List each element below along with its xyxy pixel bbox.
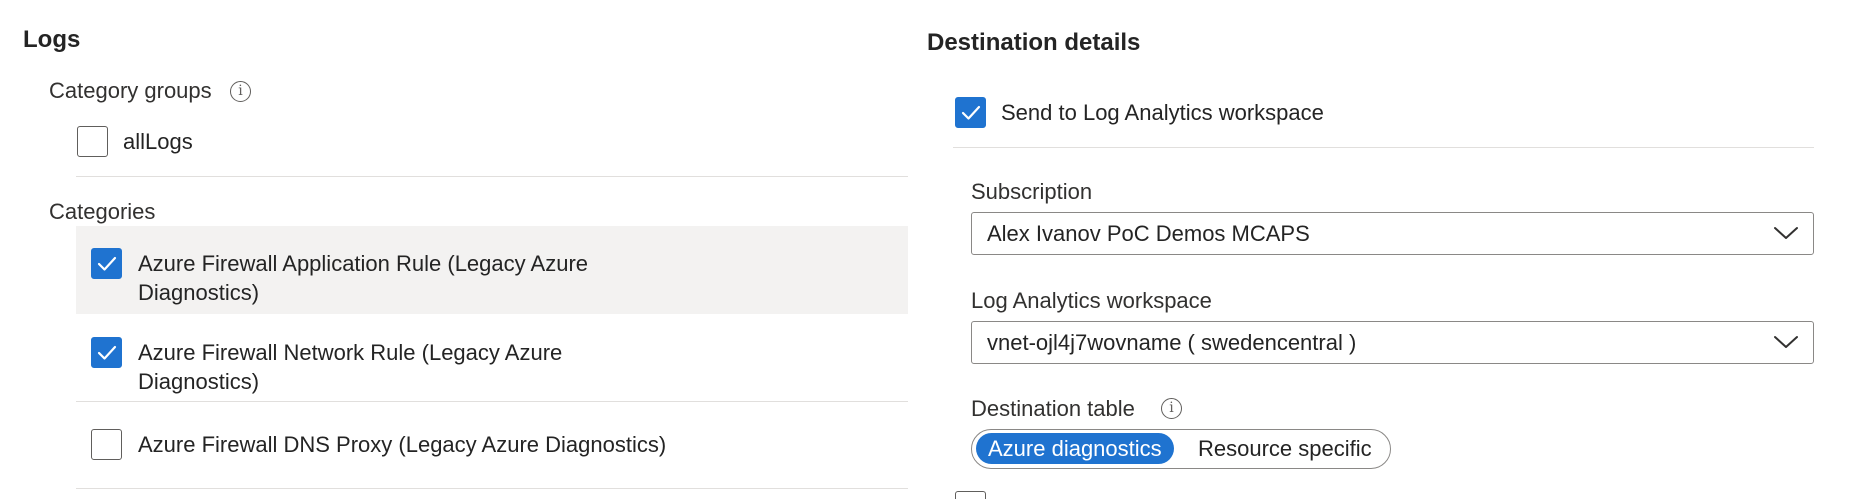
next-option-checkbox[interactable] (955, 491, 986, 499)
subscription-dropdown[interactable]: Alex Ivanov PoC Demos MCAPS (971, 212, 1814, 255)
logs-heading: Logs (23, 26, 81, 53)
subscription-value: Alex Ivanov PoC Demos MCAPS (987, 221, 1310, 246)
send-to-law-checkbox[interactable] (955, 97, 986, 128)
network-rule-checkbox[interactable] (91, 337, 122, 368)
divider (76, 401, 908, 402)
info-icon[interactable]: i (230, 81, 251, 102)
info-icon[interactable]: i (1161, 398, 1182, 419)
categories-label: Categories (49, 199, 156, 224)
alllogs-label: allLogs (123, 129, 193, 154)
divider (76, 488, 908, 489)
destination-table-label: Destination table (971, 396, 1135, 421)
send-to-law-label: Send to Log Analytics workspace (1001, 100, 1324, 125)
application-rule-label: Azure Firewall Application Rule (Legacy … (138, 251, 589, 305)
destination-table-toggle: Azure diagnostics Resource specific (971, 429, 1391, 469)
diagnostic-settings-page: Logs Category groups i allLogs Categorie… (0, 0, 1856, 499)
chevron-down-icon (1774, 336, 1798, 348)
dns-proxy-label: Azure Firewall DNS Proxy (Legacy Azure D… (138, 432, 667, 457)
toggle-azure-diagnostics[interactable]: Azure diagnostics (976, 433, 1174, 464)
network-rule-label: Azure Firewall Network Rule (Legacy Azur… (138, 340, 563, 394)
application-rule-checkbox[interactable] (91, 248, 122, 279)
category-groups-label: Category groups (49, 78, 212, 103)
dns-proxy-checkbox[interactable] (91, 429, 122, 460)
destination-details-heading: Destination details (927, 29, 1141, 56)
checkmark-icon (97, 256, 117, 271)
workspace-dropdown[interactable]: vnet-ojl4j7wovname ( swedencentral ) (971, 321, 1814, 364)
checkmark-icon (97, 345, 117, 360)
subscription-label: Subscription (971, 179, 1093, 204)
chevron-down-icon (1774, 227, 1798, 239)
workspace-value: vnet-ojl4j7wovname ( swedencentral ) (987, 330, 1357, 355)
divider (953, 147, 1814, 148)
workspace-label: Log Analytics workspace (971, 288, 1212, 313)
toggle-resource-specific[interactable]: Resource specific (1186, 433, 1384, 464)
alllogs-checkbox[interactable] (77, 126, 108, 157)
divider (76, 176, 908, 177)
checkmark-icon (961, 105, 981, 120)
